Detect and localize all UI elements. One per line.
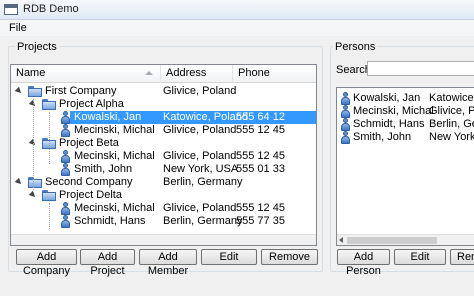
person-address: New York, xyxy=(429,131,474,143)
person-address: Glivice, P xyxy=(429,105,474,117)
person-icon xyxy=(340,92,351,105)
cell-name: Mecinski, Michal xyxy=(74,202,155,214)
cell-phone: 555 77 35 xyxy=(236,215,285,227)
persons-group-title: Persons xyxy=(333,41,378,53)
cell-phone: 555 12 45 xyxy=(236,124,285,136)
person-list-item[interactable]: Smith, John New York, xyxy=(337,131,474,144)
person-icon xyxy=(340,118,351,131)
column-header-address[interactable]: Address xyxy=(161,65,233,83)
search-input[interactable] xyxy=(367,61,474,76)
person-name: Smith, John xyxy=(353,131,412,143)
tree-node-project[interactable]: Project Alpha xyxy=(11,98,316,111)
column-header-phone-label: Phone xyxy=(238,67,270,79)
scrollbar-thumb[interactable] xyxy=(347,237,437,244)
person-icon xyxy=(60,111,71,124)
tree-node-person[interactable]: Smith, John New York, USA 555 01 33 xyxy=(11,163,316,176)
tree-connector-line xyxy=(33,99,34,190)
edit-person-button[interactable]: Edit xyxy=(394,249,446,265)
window-title: RDB Demo xyxy=(23,3,79,15)
cell-name: Mecinski, Michal xyxy=(74,124,155,136)
person-name: Schmidt, Hans xyxy=(353,118,425,130)
tree-horizontal-scrollbar[interactable] xyxy=(11,234,316,245)
person-icon xyxy=(340,105,351,118)
edit-project-button[interactable]: Edit xyxy=(201,249,257,265)
persons-horizontal-scrollbar[interactable] xyxy=(337,234,474,245)
person-address: Berlin, Ge xyxy=(429,118,474,130)
person-list-item[interactable]: Schmidt, Hans Berlin, Ge xyxy=(337,118,474,131)
window-icon xyxy=(4,4,18,15)
person-name: Mecinski, Michal xyxy=(353,105,434,117)
cell-address: Glivice, Poland xyxy=(163,85,237,97)
tree-node-person[interactable]: Mecinski, Michal Glivice, Poland 555 12 45 xyxy=(11,124,316,137)
cell-name: Smith, John xyxy=(74,163,133,175)
person-icon xyxy=(60,163,71,176)
tree-node-person[interactable]: Mecinski, Michal Glivice, Poland 555 12 45 xyxy=(11,202,316,215)
cell-address: Glivice, Poland xyxy=(163,150,237,162)
cell-name: Project Alpha xyxy=(59,98,124,110)
client-area: Projects Name Address Phone First Compan… xyxy=(0,36,474,296)
cell-name: Schmidt, Hans xyxy=(74,215,146,227)
person-address: Katowice xyxy=(429,92,474,104)
tree-connector-line xyxy=(49,203,50,229)
cell-name: Project Beta xyxy=(59,137,119,149)
projects-group-title: Projects xyxy=(15,41,59,53)
add-company-button[interactable]: Add Company xyxy=(16,249,77,277)
cell-phone: 555 64 12 xyxy=(236,111,285,123)
folder-icon xyxy=(28,177,42,188)
tree-header: Name Address Phone xyxy=(11,65,316,83)
tree-node-person[interactable]: Kowalski, Jan Katowice, Poland 555 64 12 xyxy=(11,111,316,124)
column-header-phone[interactable]: Phone xyxy=(233,65,316,83)
column-header-address-label: Address xyxy=(166,67,207,79)
projects-tree[interactable]: Name Address Phone First Company Glivice,… xyxy=(10,64,317,246)
sort-ascending-icon xyxy=(145,71,153,75)
cell-phone: 555 12 45 xyxy=(236,202,285,214)
tree-connector-line xyxy=(49,112,50,164)
folder-icon xyxy=(42,99,56,110)
menu-file[interactable]: File xyxy=(9,22,27,34)
tree-node-company[interactable]: First Company Glivice, Poland xyxy=(11,85,316,98)
expand-arrow-icon[interactable] xyxy=(28,190,38,200)
person-list-item[interactable]: Kowalski, Jan Katowice xyxy=(337,92,474,105)
add-person-button[interactable]: Add Person xyxy=(337,249,390,277)
tree-node-person[interactable]: Mecinski, Michal Glivice, Poland 555 12 45 xyxy=(11,150,316,163)
tree-node-person[interactable]: Schmidt, Hans Berlin, Germany 555 77 35 xyxy=(11,215,316,228)
tree-node-project[interactable]: Project Delta xyxy=(11,189,316,202)
person-name: Kowalski, Jan xyxy=(353,92,421,104)
tree-node-company[interactable]: Second Company Berlin, Germany xyxy=(11,176,316,189)
persons-list[interactable]: Kowalski, Jan Katowice Mecinski, Michal Gli… xyxy=(336,87,474,246)
person-icon xyxy=(60,215,71,228)
person-list-item[interactable]: Mecinski, Michal Glivice, P xyxy=(337,105,474,118)
folder-icon xyxy=(42,190,56,201)
cell-name: Second Company xyxy=(45,176,133,188)
cell-name: First Company xyxy=(45,85,117,97)
cell-phone: 555 01 33 xyxy=(236,163,285,175)
cell-address: Glivice, Poland xyxy=(163,202,237,214)
expand-arrow-icon[interactable] xyxy=(14,177,24,187)
cell-address: New York, USA xyxy=(163,163,239,175)
column-header-name-label: Name xyxy=(16,67,46,79)
remove-button[interactable]: Remove xyxy=(261,249,318,265)
person-icon xyxy=(60,202,71,215)
person-icon xyxy=(60,124,71,137)
cell-name: Project Delta xyxy=(59,189,122,201)
cell-name: Kowalski, Jan xyxy=(74,111,142,123)
tree-node-project[interactable]: Project Beta xyxy=(11,137,316,150)
add-member-button[interactable]: Add Member xyxy=(139,249,197,277)
cell-address: Berlin, Germany xyxy=(163,215,243,227)
cell-name: Mecinski, Michal xyxy=(74,150,155,162)
remove-person-button[interactable]: Remo xyxy=(450,249,474,265)
folder-icon xyxy=(28,86,42,97)
scroll-left-icon[interactable] xyxy=(339,237,343,243)
column-header-name[interactable]: Name xyxy=(11,65,161,83)
title-bar: RDB Demo xyxy=(0,0,474,20)
add-project-button[interactable]: Add Project xyxy=(80,249,135,277)
person-icon xyxy=(60,150,71,163)
cell-phone: 555 12 45 xyxy=(236,150,285,162)
menu-bar: File xyxy=(0,20,474,36)
cell-address: Glivice, Poland xyxy=(163,124,237,136)
cell-address: Berlin, Germany xyxy=(163,176,243,188)
expand-arrow-icon[interactable] xyxy=(14,86,24,96)
person-icon xyxy=(340,131,351,144)
